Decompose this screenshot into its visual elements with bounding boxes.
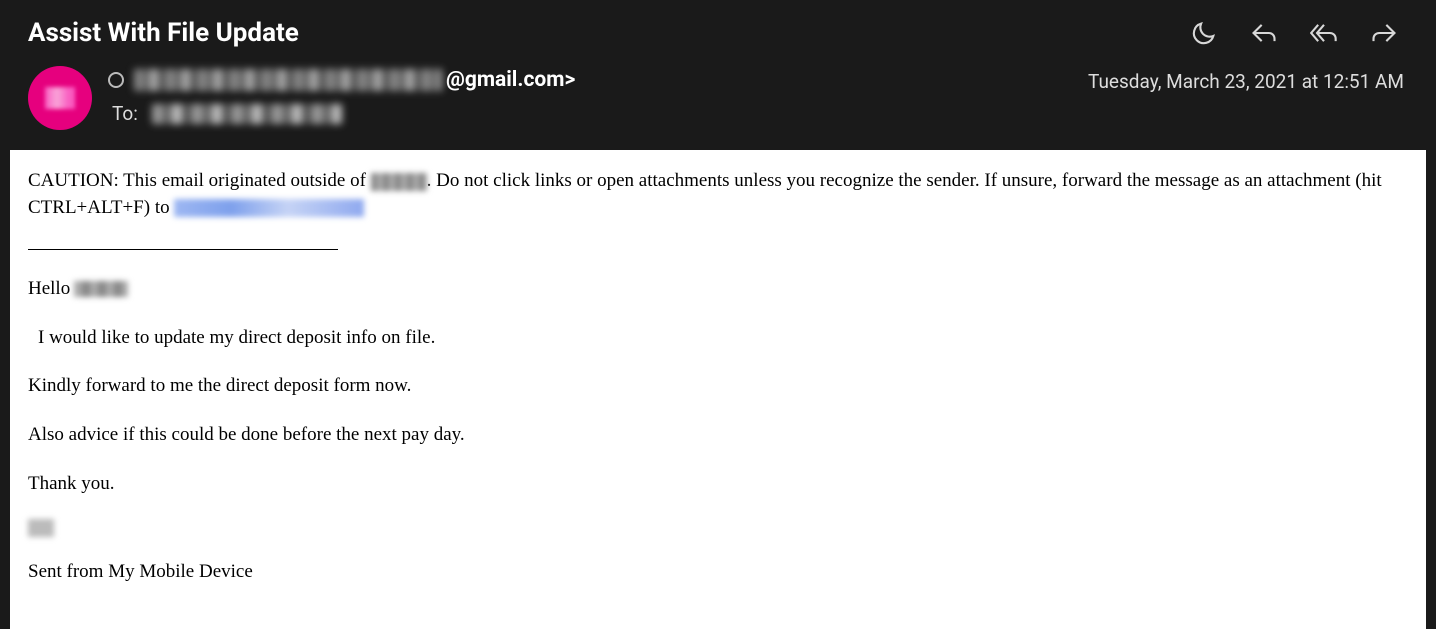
reply-icon[interactable] [1250,19,1278,47]
body-line-4: Thank you. [28,471,1408,498]
divider [28,249,338,250]
greeting-line: Hello [28,276,1408,303]
sent-from-line: Sent from My Mobile Device [28,559,1408,586]
email-body: CAUTION: This email originated outside o… [10,150,1426,629]
sender-name-redacted [134,69,442,91]
email-viewer: Assist With File Update [0,0,1436,629]
body-line-2: Kindly forward to me the direct deposit … [28,373,1408,400]
caution-banner: CAUTION: This email originated outside o… [28,168,1408,221]
reply-all-icon[interactable] [1310,19,1338,47]
security-email-redacted [174,199,364,217]
hello-text: Hello [28,276,70,303]
to-label: To: [112,102,138,125]
meta-row: @gmail.com> To: Tuesday, March 23, 2021 … [28,66,1408,150]
email-subject: Assist With File Update [28,18,299,48]
forward-icon[interactable] [1370,19,1398,47]
email-header: Assist With File Update [0,0,1436,150]
dark-mode-icon[interactable] [1190,19,1218,47]
body-line-1: I would like to update my direct deposit… [28,325,1408,352]
sender-line: @gmail.com> [108,68,1072,92]
avatar-initials-redacted [45,87,75,109]
signature-name-redacted [28,519,54,537]
org-redacted [371,173,427,191]
sender-name-wrap: @gmail.com> [134,68,575,92]
sender-info: @gmail.com> To: [108,66,1072,125]
body-line-3: Also advice if this could be done before… [28,422,1408,449]
title-row: Assist With File Update [28,18,1408,48]
caution-pre: CAUTION: This email originated outside o… [28,170,371,191]
email-timestamp: Tuesday, March 23, 2021 at 12:51 AM [1088,66,1408,93]
recipient-redacted [152,104,342,124]
action-toolbar [1190,19,1408,47]
read-status-icon [108,72,124,88]
recipient-line: To: [108,102,1072,125]
recipient-name-redacted [74,281,128,297]
sender-email-suffix: @gmail.com> [446,68,575,92]
avatar[interactable] [28,66,92,130]
